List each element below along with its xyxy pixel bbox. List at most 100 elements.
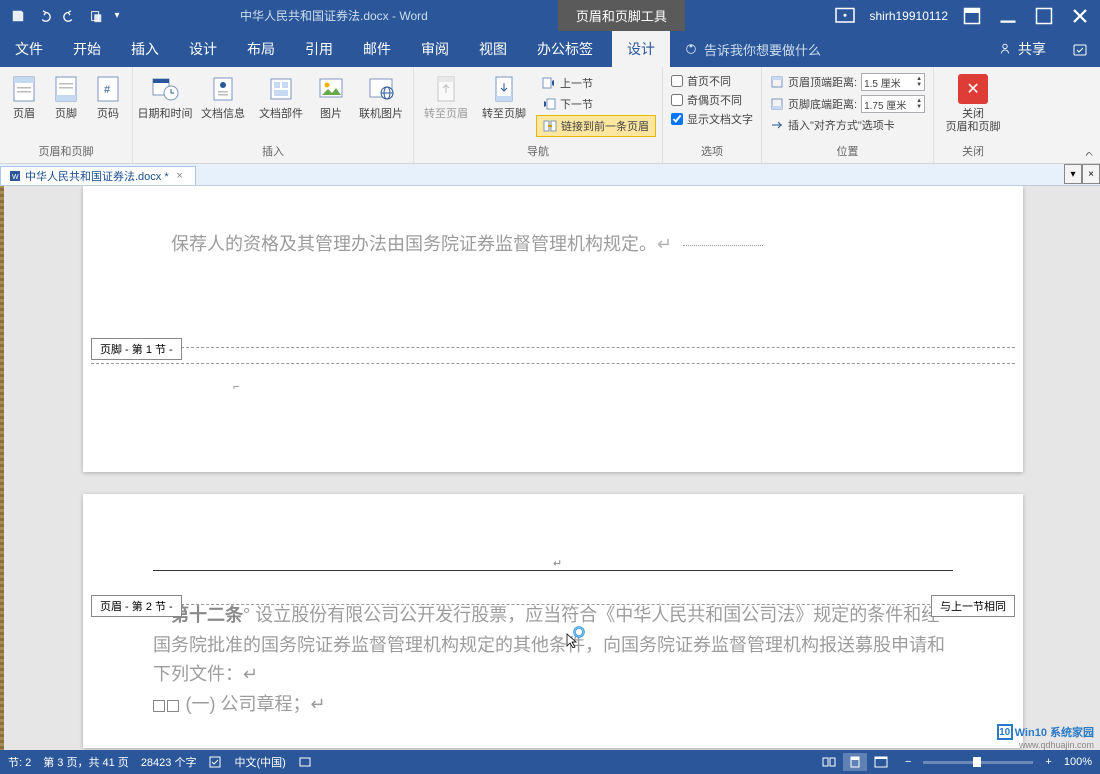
quick-access-toolbar: ▾ — [0, 4, 130, 28]
ribbon-tabs: 文件 开始 插入 设计 布局 引用 邮件 审阅 视图 办公标签 设计 告诉我你想… — [0, 31, 1100, 67]
paragraph-mark: ↵ — [553, 557, 562, 570]
left-edge-strip — [0, 186, 4, 752]
tab-close-all-button[interactable]: × — [1082, 164, 1100, 184]
tab-insert[interactable]: 插入 — [116, 31, 174, 67]
date-time-button[interactable]: 日期和时间 — [137, 71, 193, 121]
group-position: 页眉顶端距离: 1.5 厘米▲▼ 页脚底端距离: 1.75 厘米▲▼ 插入"对齐… — [762, 67, 934, 163]
tab-home[interactable]: 开始 — [58, 31, 116, 67]
online-picture-button[interactable]: 联机图片 — [353, 71, 409, 121]
show-document-text-checkbox[interactable]: 显示文档文字 — [671, 111, 753, 127]
header-underline — [153, 570, 953, 571]
document-area: 保荐人的资格及其管理办法由国务院证券监督管理机构规定。↵ 页脚 - 第 1 节 … — [0, 186, 1100, 752]
insert-alignment-tab-button[interactable]: 插入"对齐方式"选项卡 — [770, 117, 925, 133]
tell-me-placeholder: 告诉我你想要做什么 — [704, 40, 821, 59]
header-from-top-row: 页眉顶端距离: 1.5 厘米▲▼ — [770, 73, 925, 91]
view-buttons — [817, 753, 893, 771]
tab-mailings[interactable]: 邮件 — [348, 31, 406, 67]
word-file-icon: W — [9, 170, 21, 182]
tab-references[interactable]: 引用 — [290, 31, 348, 67]
header-boundary-line — [91, 604, 1015, 605]
zoom-out-button[interactable]: − — [905, 756, 911, 768]
read-mode-button[interactable] — [817, 753, 841, 771]
document-tabs-bar: W 中华人民共和国证券法.docx * × ▾ × — [0, 164, 1100, 186]
redo-button[interactable] — [58, 4, 82, 28]
page-2-top: ↵ 页眉 - 第 2 节 - 与上一节相同 第十二条° 设立股份有限公司公开发行… — [83, 494, 1023, 748]
same-as-previous-tag: 与上一节相同 — [931, 595, 1015, 617]
different-first-page-checkbox[interactable]: 首页不同 — [671, 73, 753, 89]
maximize-button[interactable] — [1032, 4, 1056, 28]
zoom-in-button[interactable]: + — [1045, 756, 1051, 768]
tab-hf-design[interactable]: 设计 — [612, 31, 670, 67]
tab-review[interactable]: 审阅 — [406, 31, 464, 67]
tab-design[interactable]: 设计 — [174, 31, 232, 67]
prev-section-button[interactable]: 上一节 — [536, 73, 656, 93]
group-navigation: 转至页眉 转至页脚 上一节 下一节 链接到前一条页眉 导航 — [414, 67, 663, 163]
anchor-mark-icon: ⌐ — [233, 381, 239, 393]
status-proofing-icon[interactable] — [208, 755, 222, 769]
tablet-mode-icon[interactable] — [833, 4, 857, 28]
article-12-title: 第十二条 — [171, 605, 243, 625]
page-number-button[interactable]: #页码 — [88, 71, 128, 121]
page-1-bottom: 保荐人的资格及其管理办法由国务院证券监督管理机构规定。↵ 页脚 - 第 1 节 … — [83, 186, 1023, 472]
collapse-ribbon-button[interactable]: ᨈ — [1086, 148, 1095, 159]
web-layout-button[interactable] — [869, 753, 893, 771]
header-button[interactable]: 页眉 — [4, 71, 44, 121]
close-header-footer-button[interactable]: ✕ 关闭页眉和页脚 — [945, 71, 1001, 134]
qat-customize-button[interactable]: ▾ — [110, 4, 124, 28]
svg-text:W: W — [12, 174, 19, 181]
tab-office[interactable]: 办公标签 — [522, 31, 608, 67]
ribbon-display-options-button[interactable] — [960, 4, 984, 28]
tab-list-dropdown[interactable]: ▾ — [1064, 164, 1082, 184]
help-button[interactable] — [1060, 31, 1100, 67]
picture-button[interactable]: 图片 — [311, 71, 351, 121]
document-title: 中华人民共和国证券法.docx - Word — [240, 7, 428, 24]
footer-boundary-line — [91, 347, 1015, 348]
footer-dashed-line-2 — [91, 363, 1015, 364]
next-section-button[interactable]: 下一节 — [536, 94, 656, 114]
minimize-button[interactable] — [996, 4, 1020, 28]
footer-distance-spinner[interactable]: 1.75 厘米▲▼ — [861, 95, 925, 113]
status-insert-mode-icon[interactable] — [298, 755, 312, 769]
body-text-sponsor[interactable]: 保荐人的资格及其管理办法由国务院证券监督管理机构规定。↵ — [83, 186, 1023, 272]
status-language[interactable]: 中文(中国) — [234, 754, 285, 770]
status-bar: 节: 2 第 3 页，共 41 页 28423 个字 中文(中国) − + 10… — [0, 750, 1100, 774]
doc-parts-button[interactable]: 文档部件 — [253, 71, 309, 121]
header-section-2-tag: 页眉 - 第 2 节 - — [91, 595, 182, 617]
close-button[interactable] — [1068, 4, 1092, 28]
undo-button[interactable] — [32, 4, 56, 28]
header-distance-spinner[interactable]: 1.5 厘米▲▼ — [861, 73, 925, 91]
svg-text:#: # — [104, 84, 111, 96]
article-12-text[interactable]: 第十二条° 设立股份有限公司公开发行股票，应当符合《中华人民共和国公司法》规定的… — [83, 591, 1023, 730]
group-label-options: 选项 — [667, 141, 757, 161]
ribbon-body: 页眉 页脚 #页码 页眉和页脚 日期和时间 文档信息 文档部件 图片 联机图片 … — [0, 67, 1100, 164]
status-word-count[interactable]: 28423 个字 — [141, 754, 197, 770]
group-label-hf: 页眉和页脚 — [4, 141, 128, 161]
document-tab-label: 中华人民共和国证券法.docx * — [25, 168, 169, 184]
group-label-position: 位置 — [766, 141, 929, 161]
status-section[interactable]: 节: 2 — [8, 754, 31, 770]
doc-info-button[interactable]: 文档信息 — [195, 71, 251, 121]
goto-header-button[interactable]: 转至页眉 — [418, 71, 474, 121]
tab-view[interactable]: 视图 — [464, 31, 522, 67]
different-odd-even-checkbox[interactable]: 奇偶页不同 — [671, 92, 753, 108]
print-layout-button[interactable] — [843, 753, 867, 771]
share-label: 共享 — [1018, 39, 1046, 59]
goto-footer-button[interactable]: 转至页脚 — [476, 71, 532, 121]
tab-close-button[interactable]: × — [173, 169, 187, 183]
save-button[interactable] — [6, 4, 30, 28]
link-to-previous-button[interactable]: 链接到前一条页眉 — [536, 115, 656, 137]
share-button[interactable]: 共享 — [984, 31, 1060, 67]
tell-me-box[interactable]: 告诉我你想要做什么 — [684, 31, 821, 67]
qat-paste-button[interactable] — [84, 4, 108, 28]
tab-layout[interactable]: 布局 — [232, 31, 290, 67]
zoom-slider[interactable] — [923, 761, 1033, 764]
group-header-footer: 页眉 页脚 #页码 页眉和页脚 — [0, 67, 133, 163]
zoom-level[interactable]: 100% — [1064, 756, 1092, 768]
group-close: ✕ 关闭页眉和页脚 关闭 — [934, 67, 1012, 163]
footer-button[interactable]: 页脚 — [46, 71, 86, 121]
group-label-insert: 插入 — [137, 141, 409, 161]
group-insert: 日期和时间 文档信息 文档部件 图片 联机图片 插入 — [133, 67, 414, 163]
status-page[interactable]: 第 3 页，共 41 页 — [43, 754, 129, 770]
document-tab[interactable]: W 中华人民共和国证券法.docx * × — [0, 166, 196, 185]
tab-file[interactable]: 文件 — [0, 31, 58, 67]
